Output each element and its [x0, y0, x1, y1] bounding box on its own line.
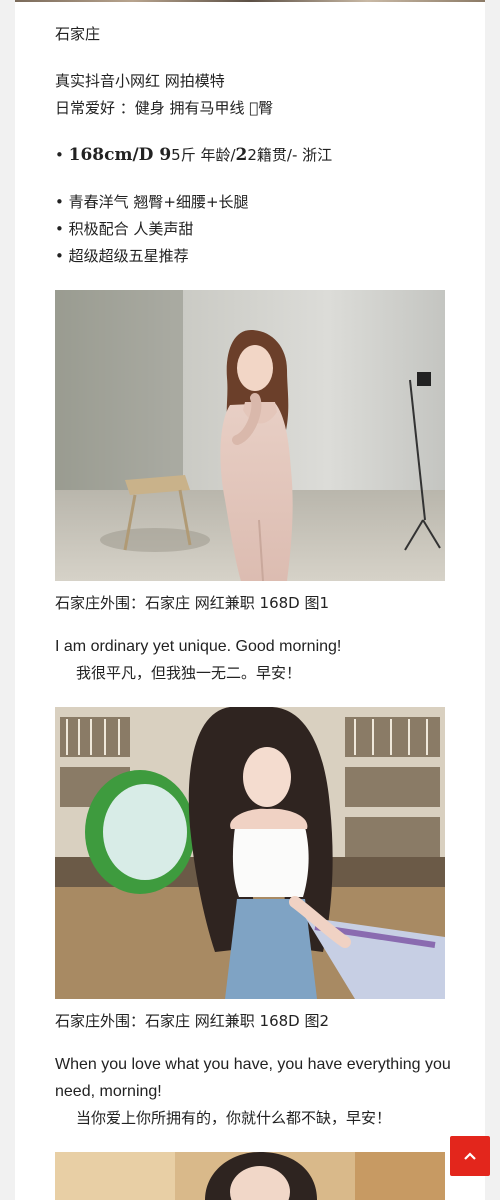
intro-line-2: 日常爱好 ：健身 拥有马甲线 臀 — [55, 99, 273, 117]
photo-2-image — [55, 707, 445, 999]
quote-2: When you love what you have, you have ev… — [55, 1051, 455, 1132]
quote-1-en: I am ordinary yet unique. Good morning! — [55, 638, 342, 655]
stats-bullet: • — [55, 146, 69, 164]
bullet-item: • 超级超级五星推荐 — [55, 247, 189, 265]
quote-1: I am ordinary yet unique. Good morning! … — [55, 633, 455, 687]
stats-height-cup: 168cm/D 9 — [68, 145, 172, 165]
photo-3-image — [55, 1152, 445, 1200]
bullet-item: • 积极配合 人美声甜 — [55, 220, 194, 238]
quote-1-zh: 我很平凡，但我独一无二。早安！ — [76, 664, 302, 682]
scroll-to-top-button[interactable] — [450, 1136, 490, 1176]
photo-1-caption: 石家庄外围：石家庄 网红兼职 168D 图1 — [55, 594, 330, 612]
photo-1[interactable] — [55, 290, 445, 581]
stats-age: 2 — [235, 145, 248, 165]
photo-1-image — [55, 290, 445, 581]
header-image-strip — [15, 0, 485, 2]
chevron-up-icon — [464, 1152, 476, 1160]
stats-weight-age: 5斤 年龄/ — [171, 146, 236, 164]
city-label: 石家庄 — [55, 25, 101, 43]
stats-origin: 2籍贯/- 浙江 — [247, 146, 333, 164]
quote-2-en: When you love what you have, you have ev… — [55, 1056, 451, 1100]
bullet-item: • 青春洋气 翘臀+细腰+长腿 — [55, 193, 249, 211]
photo-2[interactable] — [55, 707, 445, 999]
quote-2-zh: 当你爱上你所拥有的，你就什么都不缺，早安！ — [76, 1109, 392, 1127]
stats-line: • 168cm/D 95斤 年龄/22籍贯/- 浙江 — [55, 142, 332, 169]
intro-line-1: 真实抖音小网红 网拍模特 — [55, 72, 225, 90]
article-card: 石家庄 真实抖音小网红 网拍模特 日常爱好 ：健身 拥有马甲线 臀 • 168… — [15, 0, 485, 1200]
photo-3[interactable] — [55, 1152, 445, 1200]
photo-2-caption: 石家庄外围：石家庄 网红兼职 168D 图2 — [55, 1012, 330, 1030]
